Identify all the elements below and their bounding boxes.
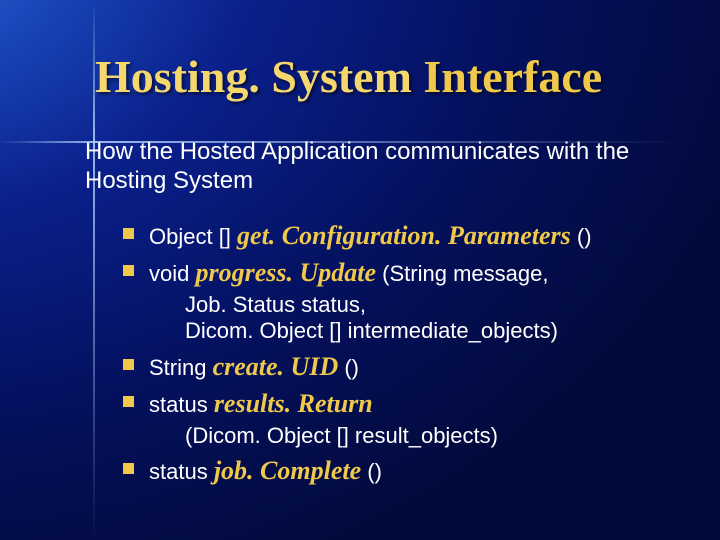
method-name: create. UID [213, 352, 339, 381]
slide-content: Hosting. System Interface How the Hosted… [0, 0, 720, 540]
return-type: String [149, 355, 213, 380]
method-name: job. Complete [214, 456, 361, 485]
param-line: (Dicom. Object [] result_objects) [185, 423, 680, 449]
param-line: Job. Status status, [185, 292, 680, 318]
list-item: status job. Complete () [123, 453, 680, 488]
method-name: progress. Update [195, 258, 376, 287]
list-item: Object [] get. Configuration. Parameters… [123, 218, 680, 253]
method-list-3: status job. Complete () [95, 453, 680, 488]
method-name: results. Return [214, 389, 373, 418]
method-tail: (String message, [376, 261, 548, 286]
method-list-2: String create. UID () status results. Re… [95, 349, 680, 421]
list-item: status results. Return [123, 386, 680, 421]
slide-subtitle: How the Hosted Application communicates … [85, 138, 680, 196]
title-text-2: Interface [423, 51, 602, 102]
params-block-1: Job. Status status, Dicom. Object [] int… [95, 292, 680, 345]
method-tail: () [571, 224, 592, 249]
method-tail: () [361, 459, 382, 484]
method-name: get. Configuration. Parameters [237, 221, 571, 250]
list-item: void progress. Update (String message, [123, 255, 680, 290]
return-type: status [149, 459, 214, 484]
return-type: status [149, 392, 214, 417]
title-text-1: Hosting. System [95, 51, 423, 102]
list-item: String create. UID () [123, 349, 680, 384]
param-line: Dicom. Object [] intermediate_objects) [185, 318, 680, 344]
method-tail: () [338, 355, 359, 380]
return-type: void [149, 261, 195, 286]
params-block-2: (Dicom. Object [] result_objects) [95, 423, 680, 449]
method-list-1: Object [] get. Configuration. Parameters… [95, 218, 680, 290]
slide-title: Hosting. System Interface [95, 50, 680, 103]
return-type: Object [] [149, 224, 237, 249]
